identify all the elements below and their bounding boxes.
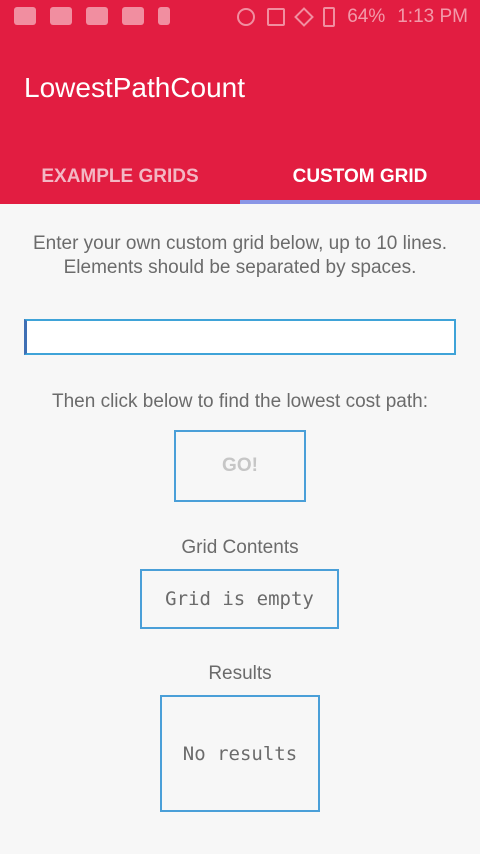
tab-bar: EXAMPLE GRIDS CUSTOM GRID (0, 167, 480, 204)
system-icons: 64% 1:13 PM (237, 6, 468, 28)
image-icon (122, 7, 144, 25)
results-box: No results (160, 695, 320, 812)
results-value: No results (182, 742, 298, 765)
app-bar: LowestPathCount EXAMPLE GRIDS CUSTOM GRI… (0, 36, 480, 204)
app-title: LowestPathCount (24, 72, 246, 103)
shuffle-icon (86, 7, 108, 25)
usb-icon (158, 7, 170, 25)
results-label: Results (208, 663, 272, 684)
clock: 1:13 PM (397, 6, 468, 27)
alarm-icon (237, 8, 256, 26)
mail-icon (50, 7, 72, 25)
custom-grid-panel: Enter your own custom grid below, up to … (0, 204, 480, 854)
notification-icons (14, 7, 170, 25)
custom-grid-input[interactable] (24, 319, 456, 355)
grid-contents-box: Grid is empty (140, 569, 339, 629)
chat-icon (14, 7, 36, 25)
tab-custom-grid[interactable]: CUSTOM GRID (240, 167, 480, 204)
tab-example-grids[interactable]: EXAMPLE GRIDS (0, 167, 240, 204)
battery-icon (323, 7, 336, 27)
find-path-instruction: Then click below to find the lowest cost… (52, 391, 428, 412)
status-bar: 64% 1:13 PM (0, 0, 480, 36)
go-button[interactable]: GO! (174, 430, 306, 502)
battery-percent: 64% (347, 6, 386, 27)
grid-contents-label: Grid Contents (181, 537, 299, 558)
wifi-icon (267, 8, 286, 26)
signal-icon (294, 7, 315, 27)
grid-contents-value: Grid is empty (165, 588, 314, 610)
instructions-text: Enter your own custom grid below, up to … (32, 233, 447, 278)
